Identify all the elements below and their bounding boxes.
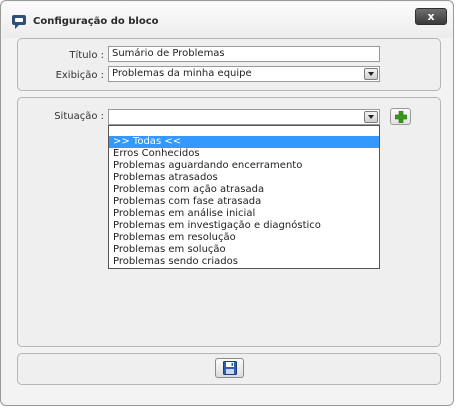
- green-plus-icon: [395, 111, 407, 123]
- chevron-down-icon[interactable]: [364, 111, 378, 123]
- situacao-label: Situação :: [54, 111, 104, 122]
- floppy-disk-icon: [223, 361, 237, 375]
- exibicao-select-value: Problemas da minha equipe: [112, 68, 252, 79]
- chevron-down-icon[interactable]: [364, 68, 378, 80]
- dropdown-option[interactable]: Problemas com fase atrasada: [109, 196, 379, 208]
- situacao-dropdown-list[interactable]: >> Todas << Erros Conhecidos Problemas a…: [108, 125, 380, 269]
- add-situacao-button[interactable]: [390, 108, 411, 125]
- dropdown-option[interactable]: Problemas em análise inicial: [109, 208, 379, 220]
- titulo-input[interactable]: Sumário de Problemas: [108, 46, 380, 62]
- dropdown-option[interactable]: Problemas atrasados: [109, 172, 379, 184]
- exibicao-select[interactable]: Problemas da minha equipe: [108, 66, 380, 82]
- close-button[interactable]: x: [415, 8, 447, 25]
- dropdown-option[interactable]: Problemas sendo criados: [109, 256, 379, 268]
- situacao-select[interactable]: [108, 109, 380, 125]
- dialog-title: Configuração do bloco: [33, 16, 159, 27]
- dropdown-option[interactable]: >> Todas <<: [109, 136, 379, 148]
- dropdown-option[interactable]: Problemas em solução: [109, 244, 379, 256]
- dropdown-option[interactable]: Problemas com ação atrasada: [109, 184, 379, 196]
- exibicao-label: Exibição :: [55, 70, 104, 81]
- dropdown-option[interactable]: Erros Conhecidos: [109, 148, 379, 160]
- titulo-label: Título :: [69, 50, 104, 61]
- dropdown-option[interactable]: Problemas em resolução: [109, 232, 379, 244]
- dialog-titlebar: Configuração do bloco x: [2, 2, 452, 38]
- dropdown-option[interactable]: Problemas aguardando encerramento: [109, 160, 379, 172]
- dropdown-option[interactable]: Problemas em investigação e diagnóstico: [109, 220, 379, 232]
- save-button[interactable]: [215, 358, 244, 378]
- dropdown-blank-option[interactable]: [109, 126, 379, 136]
- speech-bubble-icon: [11, 14, 27, 30]
